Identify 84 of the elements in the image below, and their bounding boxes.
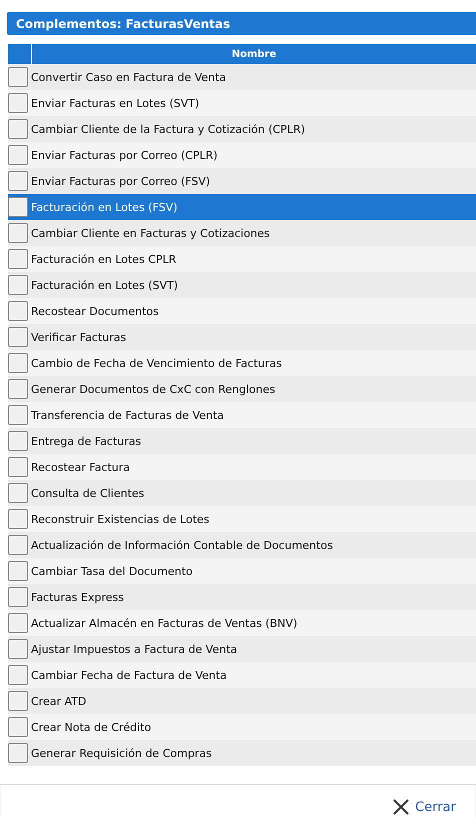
table-row[interactable]: Crear ATD	[8, 688, 476, 714]
row-name: Cambiar Tasa del Documento	[31, 564, 193, 578]
row-checkbox[interactable]	[8, 379, 28, 399]
table-row[interactable]: Recostear Factura	[8, 454, 476, 480]
row-checkbox[interactable]	[8, 197, 28, 217]
row-name: Entrega de Facturas	[31, 434, 142, 448]
row-checkbox[interactable]	[8, 67, 28, 87]
row-name: Facturación en Lotes (FSV)	[31, 200, 178, 214]
table-row[interactable]: Facturación en Lotes CPLR	[8, 246, 476, 272]
table-row[interactable]: Generar Requisición de Compras	[8, 740, 476, 766]
row-name: Convertir Caso en Factura de Venta	[31, 70, 226, 84]
row-checkbox[interactable]	[8, 691, 28, 711]
row-name: Generar Requisición de Compras	[31, 746, 212, 760]
row-checkbox[interactable]	[8, 327, 28, 347]
row-name: Recostear Documentos	[31, 304, 159, 318]
row-checkbox[interactable]	[8, 561, 28, 581]
row-checkbox[interactable]	[8, 665, 28, 685]
row-name: Actualizar Almacén en Facturas de Ventas (BNV)	[31, 616, 298, 630]
row-checkbox[interactable]	[8, 119, 28, 139]
row-checkbox[interactable]	[8, 587, 28, 607]
table-row[interactable]: Facturación en Lotes (SVT)	[8, 272, 476, 298]
table-row[interactable]: Cambiar Tasa del Documento	[8, 558, 476, 584]
table-row[interactable]: Facturación en Lotes (FSV)	[8, 194, 476, 220]
table-row[interactable]: Cambio de Fecha de Vencimiento de Facturas	[8, 350, 476, 376]
row-name: Enviar Facturas por Correo (CPLR)	[31, 148, 218, 162]
row-name: Facturación en Lotes (SVT)	[31, 278, 178, 292]
table-row[interactable]: Reconstruir Existencias de Lotes	[8, 506, 476, 532]
row-name: Recostear Factura	[31, 460, 130, 474]
row-name: Ajustar Impuestos a Factura de Venta	[31, 642, 238, 656]
table-row[interactable]: Cambiar Cliente de la Factura y Cotización (CPLR)	[8, 116, 476, 142]
table-row[interactable]: Enviar Facturas en Lotes (SVT)	[8, 90, 476, 116]
table-row[interactable]: Ajustar Impuestos a Factura de Venta	[8, 636, 476, 662]
row-name: Crear Nota de Crédito	[31, 720, 152, 734]
row-checkbox[interactable]	[8, 171, 28, 191]
table-row[interactable]: Enviar Facturas por Correo (CPLR)	[8, 142, 476, 168]
row-checkbox[interactable]	[8, 353, 28, 373]
row-checkbox[interactable]	[8, 405, 28, 425]
row-name: Reconstruir Existencias de Lotes	[31, 512, 210, 526]
table-row[interactable]: Convertir Caso en Factura de Venta	[8, 64, 476, 90]
table-row[interactable]: Actualizar Almacén en Facturas de Ventas (BNV)	[8, 610, 476, 636]
row-name: Cambio de Fecha de Vencimiento de Facturas	[31, 356, 282, 370]
row-name: Facturación en Lotes CPLR	[31, 252, 176, 266]
row-name: Cambiar Cliente de la Factura y Cotización (CPLR)	[31, 122, 306, 136]
row-checkbox[interactable]	[8, 275, 28, 295]
row-checkbox[interactable]	[8, 743, 28, 763]
table-row[interactable]: Facturas Express	[8, 584, 476, 610]
table-row[interactable]: Recostear Documentos	[8, 298, 476, 324]
row-checkbox[interactable]	[8, 483, 28, 503]
row-name: Actualización de Información Contable de Documentos	[31, 538, 333, 552]
table-row[interactable]: Cambiar Fecha de Factura de Venta	[8, 662, 476, 688]
table-row[interactable]: Entrega de Facturas	[8, 428, 476, 454]
row-checkbox[interactable]	[8, 249, 28, 269]
row-checkbox[interactable]	[8, 145, 28, 165]
table-row[interactable]: Crear Nota de Crédito	[8, 714, 476, 740]
table-row[interactable]: Actualización de Información Contable de Documentos	[8, 532, 476, 558]
row-checkbox[interactable]	[8, 613, 28, 633]
row-name: Facturas Express	[31, 590, 124, 604]
table-row[interactable]: Consulta de Clientes	[8, 480, 476, 506]
row-name: Cambiar Fecha de Factura de Venta	[31, 668, 227, 682]
row-checkbox[interactable]	[8, 93, 28, 113]
row-checkbox[interactable]	[8, 717, 28, 737]
row-checkbox[interactable]	[8, 535, 28, 555]
table-row[interactable]: Verificar Facturas	[8, 324, 476, 350]
row-name: Transferencia de Facturas de Venta	[31, 408, 224, 422]
table-row[interactable]: Cambiar Cliente en Facturas y Cotizaciones	[8, 220, 476, 246]
row-checkbox[interactable]	[8, 639, 28, 659]
row-checkbox[interactable]	[8, 223, 28, 243]
close-icon	[393, 799, 410, 815]
close-button[interactable]: Cerrar	[393, 799, 456, 815]
row-name: Crear ATD	[31, 694, 86, 708]
table-row[interactable]: Generar Documentos de CxC con Renglones	[8, 376, 476, 402]
row-name: Consulta de Clientes	[31, 486, 144, 500]
row-name: Generar Documentos de CxC con Renglones	[31, 382, 276, 396]
row-checkbox[interactable]	[8, 431, 28, 451]
row-name: Enviar Facturas por Correo (FSV)	[31, 174, 210, 188]
window-title: Complementos: FacturasVentas	[7, 12, 476, 35]
row-name: Verificar Facturas	[31, 330, 126, 344]
row-name: Enviar Facturas en Lotes (SVT)	[31, 96, 200, 110]
table-row[interactable]: Enviar Facturas por Correo (FSV)	[8, 168, 476, 194]
row-checkbox[interactable]	[8, 301, 28, 321]
row-checkbox[interactable]	[8, 457, 28, 477]
table-row[interactable]: Transferencia de Facturas de Venta	[8, 402, 476, 428]
row-checkbox[interactable]	[8, 509, 28, 529]
row-name: Cambiar Cliente en Facturas y Cotizaciones	[31, 226, 270, 240]
